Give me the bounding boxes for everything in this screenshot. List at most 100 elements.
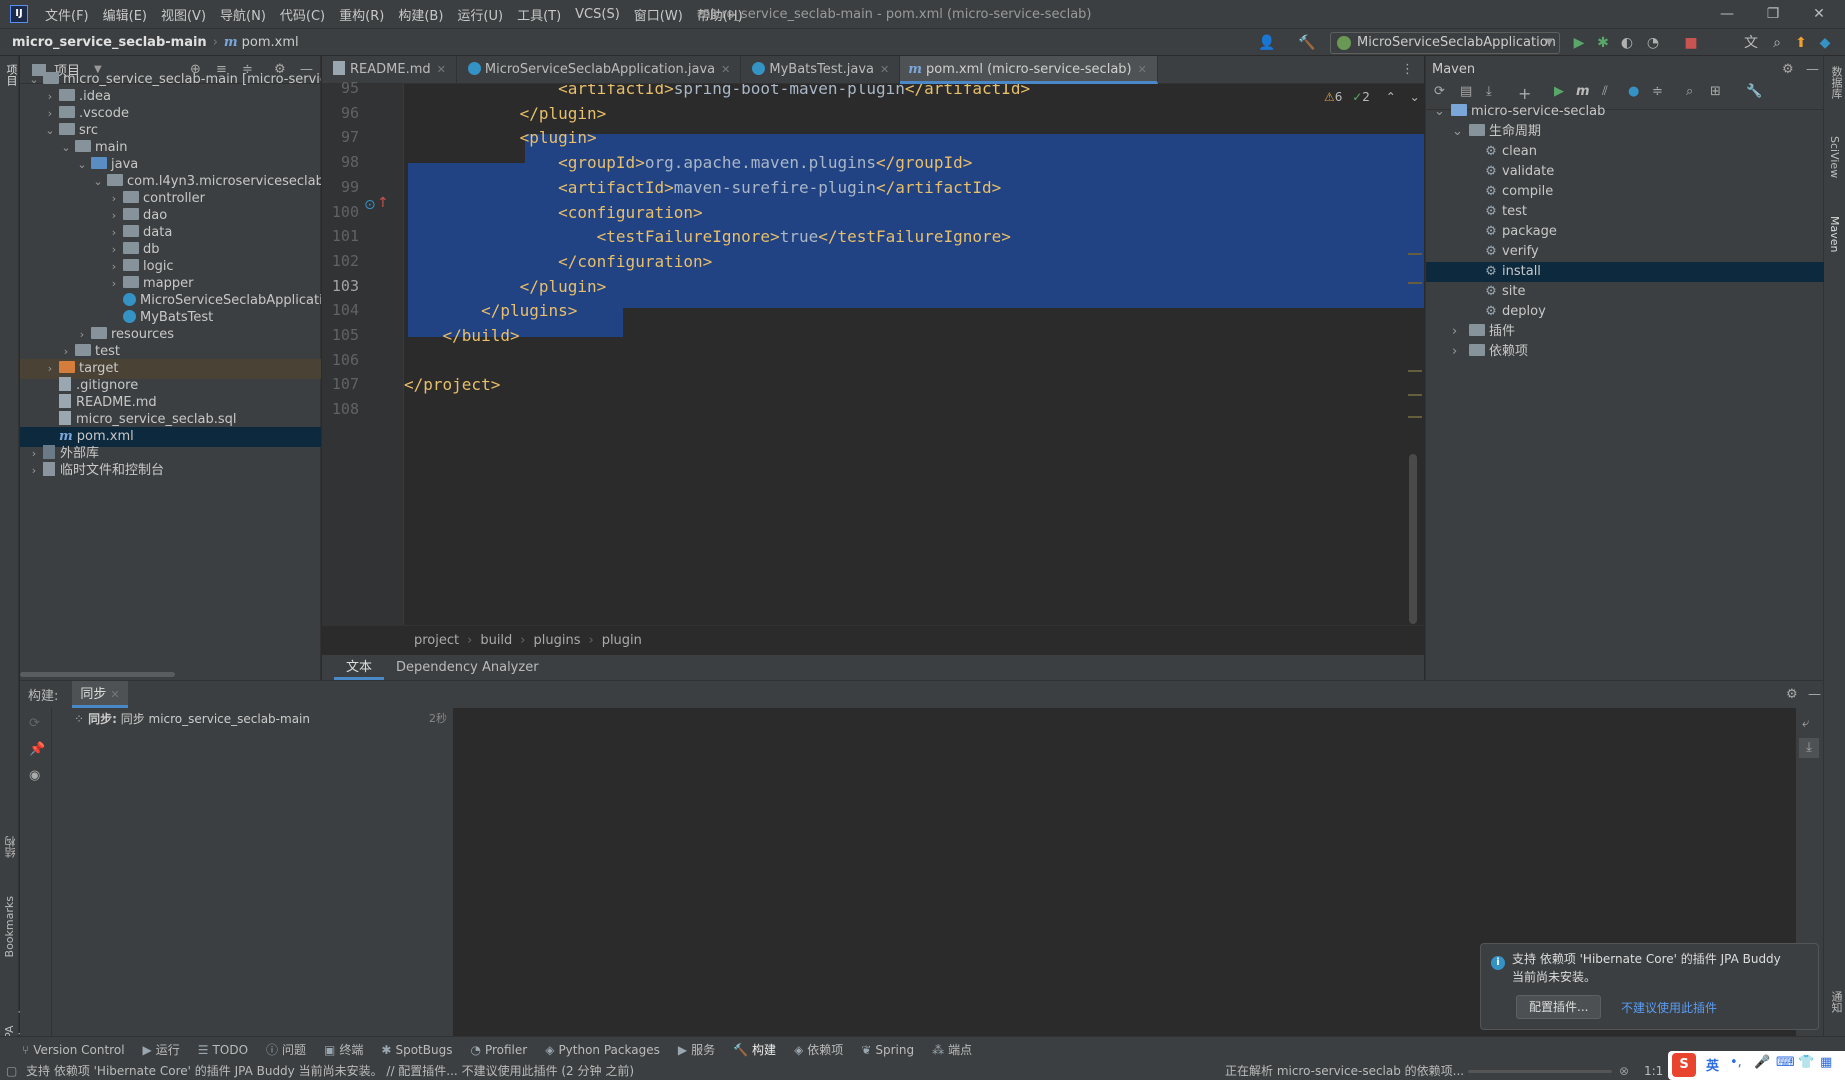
close-tab-icon[interactable]: ✕ [437,63,446,76]
database-tool-button[interactable]: 数据库 [1828,66,1844,99]
minimize-icon[interactable]: — [1704,0,1750,28]
tab-sync[interactable]: 同步 ✕ [72,681,128,708]
resync-icon[interactable]: ⟳ [29,716,40,731]
add-project-icon[interactable]: ▤ [1460,84,1472,99]
profile-icon[interactable]: ◔ [1644,34,1662,52]
cancel-progress-icon[interactable]: ⊗ [1619,1062,1629,1080]
tool-version-control[interactable]: ⑂ Version Control [22,1043,125,1057]
tool-python-packages[interactable]: ◈ Python Packages [545,1043,660,1057]
close-tab-icon[interactable]: ✕ [880,63,889,76]
skip-tests-icon[interactable]: ● [1628,84,1639,99]
wrench-icon[interactable]: 🔧 [1746,84,1762,99]
lifecycle-phase-verify[interactable]: ⚙ verify [1426,242,1824,262]
tab-mybatstest-java[interactable]: MyBatsTest.java ✕ [741,56,901,84]
tool-spring[interactable]: ❦ Spring [861,1043,914,1057]
menu-tools[interactable]: 工具(T) [510,5,568,24]
scroll-to-end-icon[interactable]: ⤓ [1799,738,1819,758]
tab-pom-xml[interactable]: m pom.xml (micro-service-seclab) ✕ [900,56,1158,84]
lifecycle-phase-compile[interactable]: ⚙ compile [1426,182,1824,202]
bookmarks-tool-button[interactable]: Bookmarks [3,896,16,957]
chevron-right-icon[interactable]: › [1452,342,1466,362]
menu-vcs[interactable]: VCS(S) [568,7,627,22]
menu-window[interactable]: 窗口(W) [627,5,690,24]
menu-navigate[interactable]: 导航(N) [213,5,273,24]
tool-profiler[interactable]: ◔ Profiler [470,1043,527,1057]
structure-tool-button[interactable]: 结构 [3,836,19,858]
download-icon[interactable]: ⤓ [1486,84,1492,99]
tool-problems[interactable]: ⓘ 问题 [266,1041,306,1058]
breadcrumb-plugins-tag[interactable]: plugins [534,633,581,648]
settings-icon[interactable]: ◆ [1816,34,1834,52]
tool-terminal[interactable]: ▣ 终端 [324,1041,363,1058]
dont-suggest-link[interactable]: 不建议使用此插件 [1621,999,1717,1016]
sync-row[interactable]: ⁘ 同步: 同步 micro_service_seclab-main [74,710,310,727]
menu-view[interactable]: 视图(V) [154,5,213,24]
menu-run[interactable]: 运行(U) [450,5,510,24]
run-configuration-dropdown[interactable]: MicroServiceSeclabApplication ▼ [1330,32,1560,54]
hide-icon[interactable]: — [1806,56,1819,84]
keyboard-icon[interactable]: ⌨ [1776,1055,1795,1070]
menu-refactor[interactable]: 重构(R) [332,5,391,24]
chevron-down-icon[interactable]: ⌄ [1434,102,1448,122]
code-editor[interactable]: <artifactId>spring-boot-maven-plugin</ar… [404,84,1424,625]
hide-icon[interactable]: — [1808,687,1821,702]
tool-services[interactable]: ▶ 服务 [678,1041,715,1058]
close-tab-icon[interactable]: ✕ [721,63,730,76]
plugins-row[interactable]: › 插件 [1426,322,1824,342]
breadcrumb-build-tag[interactable]: build [480,633,512,648]
restore-icon[interactable]: ❐ [1750,0,1796,28]
tool-spotbugs[interactable]: ✱ SpotBugs [381,1043,452,1057]
close-icon[interactable]: ✕ [1796,0,1842,28]
punctuation-icon[interactable]: •, [1730,1055,1742,1070]
project-tool-button[interactable]: 项目 [3,64,19,86]
chevron-down-icon[interactable]: ⌄ [1452,122,1466,142]
vertical-scrollbar[interactable] [1409,454,1417,624]
coverage-icon[interactable]: ◐ [1618,34,1636,52]
tool-build[interactable]: 🔨 构建 [733,1041,776,1058]
configure-plugins-button[interactable]: 配置插件... [1516,995,1602,1019]
tool-todo[interactable]: ☰ TODO [198,1043,248,1057]
breadcrumb-file[interactable]: pom.xml [242,35,299,50]
stop-icon[interactable]: ■ [1682,34,1700,52]
chevron-up-icon[interactable]: ⌃ [1386,90,1396,104]
run-icon[interactable]: ▶ [1570,34,1588,52]
sciview-tool-button[interactable]: SciView [1828,136,1841,178]
collapse-icon[interactable]: ≑ [1652,84,1663,99]
project-tree-row[interactable]: › 临时文件和控制台 [20,461,321,481]
chevron-right-icon[interactable]: › [1452,322,1466,342]
eye-icon[interactable]: ◉ [29,768,40,783]
reload-icon[interactable]: ⟳ [1434,84,1445,99]
menu-code[interactable]: 代码(C) [273,5,332,24]
lifecycle-phase-clean[interactable]: ⚙ clean [1426,142,1824,162]
caret-position[interactable]: 1:1 [1644,1062,1663,1080]
lifecycle-phase-test[interactable]: ⚙ test [1426,202,1824,222]
menu-file[interactable]: 文件(F) [38,5,96,24]
tab-application-java[interactable]: MicroServiceSeclabApplication.java ✕ [457,56,742,84]
breadcrumb-project[interactable]: micro_service_seclab-main [12,35,207,50]
show-dependencies-icon[interactable]: ⌕ [1686,84,1693,99]
sogou-logo-icon[interactable]: S [1672,1053,1696,1077]
notifications-tool-button[interactable]: 通知 [1828,991,1844,1013]
soft-wrap-icon[interactable]: ⤶ [1802,716,1809,731]
plus-icon[interactable]: + [1518,84,1531,103]
lifecycle-phase-site[interactable]: ⚙ site [1426,282,1824,302]
pin-icon[interactable]: 📌 [29,742,45,757]
gear-icon[interactable]: ⚙ [1782,56,1794,84]
menu-edit[interactable]: 编辑(E) [96,5,154,24]
status-toggle-icon[interactable]: ▢ [6,1062,17,1080]
close-tab-icon[interactable]: ✕ [1138,63,1147,76]
tab-dependency-analyzer[interactable]: Dependency Analyzer [384,655,551,680]
execute-goal-icon[interactable]: m [1576,84,1590,99]
debug-icon[interactable]: ✱ [1594,34,1612,52]
breadcrumb-plugin-tag[interactable]: plugin [602,633,642,648]
tool-dependencies[interactable]: ◈ 依赖项 [794,1041,843,1058]
override-marker-icon[interactable]: ⊙ [364,197,376,213]
status-message[interactable]: 支持 依赖项 'Hibernate Core' 的插件 JPA Buddy 当前… [26,1062,634,1080]
toolbox-icon[interactable]: ▦ [1820,1055,1832,1070]
tool-endpoints[interactable]: ⁂ 端点 [932,1041,972,1058]
lifecycle-phase-deploy[interactable]: ⚙ deploy [1426,302,1824,322]
run-icon[interactable]: ▶ [1554,84,1564,99]
inspection-widget[interactable]: ⚠6 ✓2 ⌃ ⌄ [1324,90,1420,104]
chevron-down-icon[interactable]: ⌄ [1410,90,1420,104]
diagram-icon[interactable]: ⊞ [1710,84,1721,99]
